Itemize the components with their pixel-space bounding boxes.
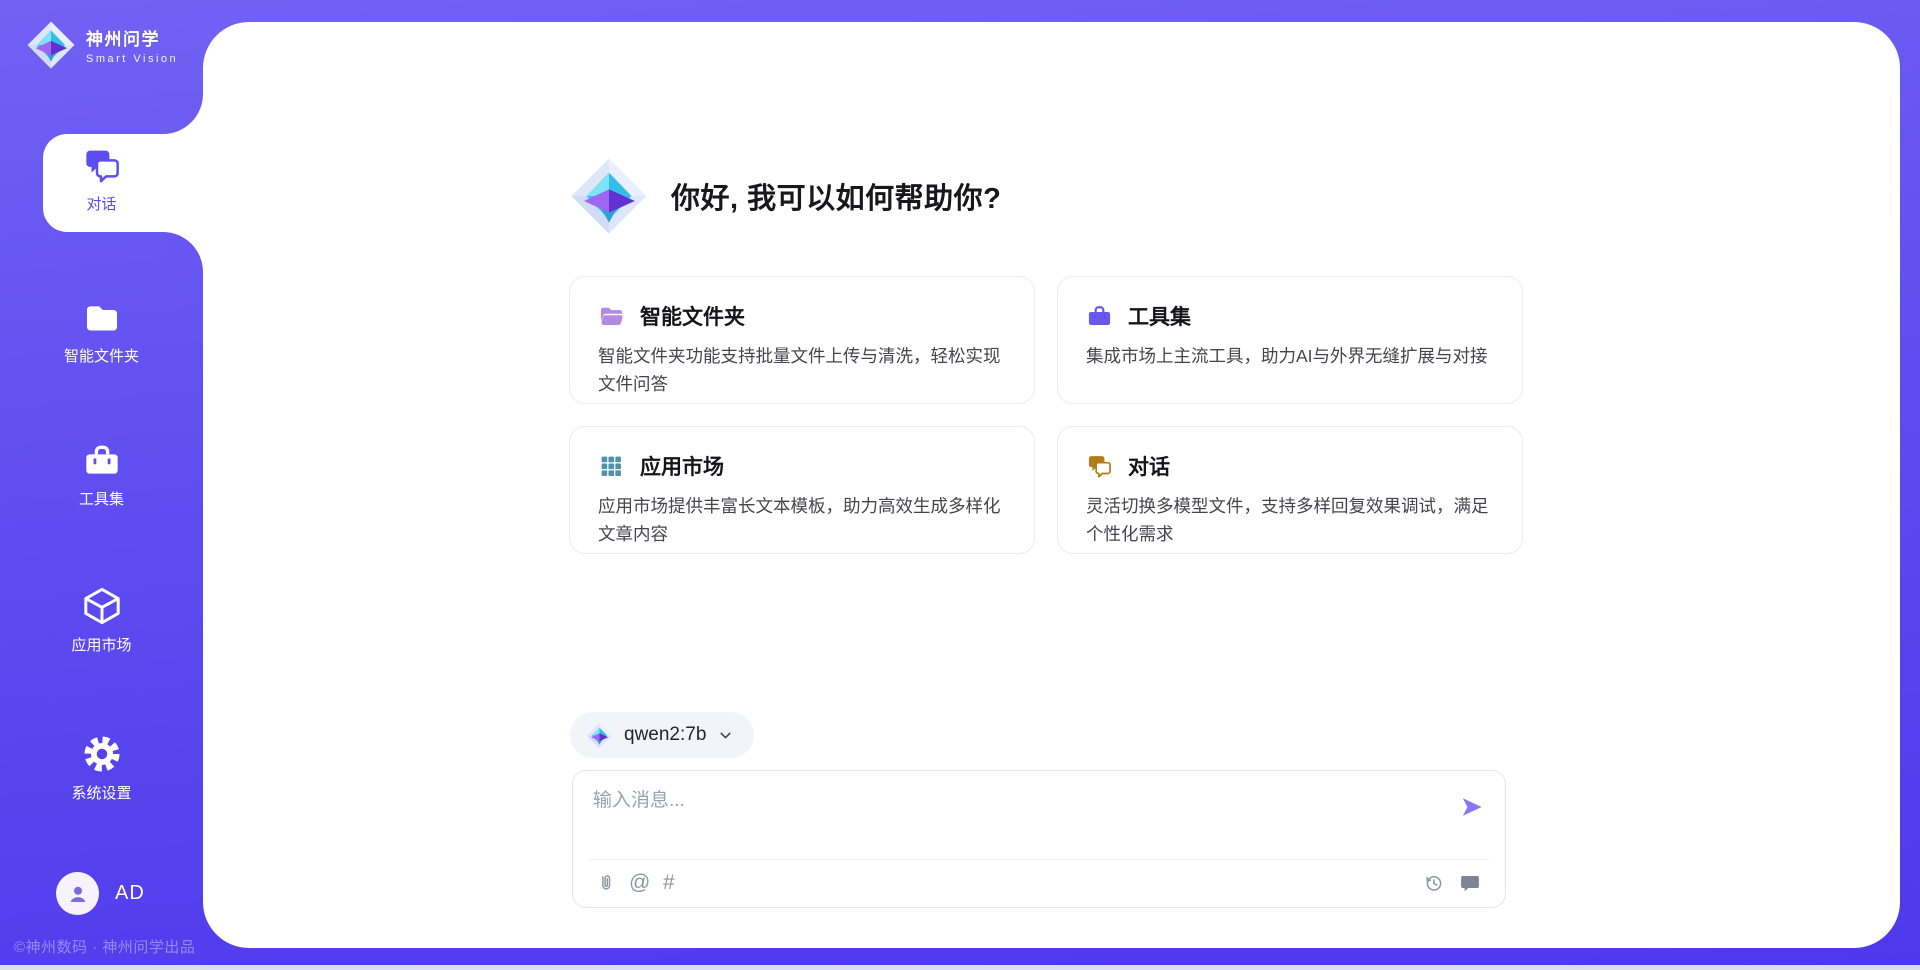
sidebar-item-toolset[interactable]: 工具集 xyxy=(0,441,203,509)
sidebar-item-settings[interactable]: 系统设置 xyxy=(0,733,203,803)
copyright-note: ©神州数码 · 神州问学出品 xyxy=(14,936,195,957)
history-icon xyxy=(1423,871,1445,895)
tab-fillet-bottom xyxy=(163,232,203,272)
grid-icon xyxy=(598,453,625,480)
history-button[interactable] xyxy=(1423,871,1445,901)
brand-gem-icon xyxy=(26,20,76,70)
sidebar-item-smart-folder[interactable]: 智能文件夹 xyxy=(0,298,203,366)
user-account[interactable]: AD xyxy=(56,872,145,915)
user-initials: AD xyxy=(115,882,145,905)
sidebar-item-label: 系统设置 xyxy=(0,782,203,803)
sidebar-item-app-market[interactable]: 应用市场 xyxy=(0,585,203,655)
comment-icon xyxy=(1459,871,1481,895)
app-window: 神州问学 Smart Vision 对话 智能文件夹 工具集 应用市场 系统设置 xyxy=(0,0,1920,970)
card-chat[interactable]: 对话 灵活切换多模型文件，支持多样回复效果调试，满足个性化需求 xyxy=(1057,426,1523,554)
card-title: 智能文件夹 xyxy=(640,301,745,331)
model-selector[interactable]: qwen2:7b xyxy=(570,712,754,758)
paperclip-icon xyxy=(595,871,617,895)
app-subtitle: Smart Vision xyxy=(86,53,178,65)
card-toolset[interactable]: 工具集 集成市场上主流工具，助力AI与外界无缝扩展与对接 xyxy=(1057,276,1523,404)
card-title: 应用市场 xyxy=(640,451,724,481)
avatar xyxy=(56,872,99,915)
sidebar-item-label: 对话 xyxy=(0,193,203,214)
sidebar-item-label: 应用市场 xyxy=(0,634,203,655)
comment-button[interactable] xyxy=(1459,871,1481,901)
message-composer: @ # xyxy=(572,770,1506,908)
card-title: 工具集 xyxy=(1128,301,1191,331)
toolbox-icon xyxy=(1086,303,1113,330)
bottom-edge-strip xyxy=(0,965,1920,970)
sidebar: 神州问学 Smart Vision 对话 智能文件夹 工具集 应用市场 系统设置 xyxy=(0,0,203,970)
feature-cards: 智能文件夹 智能文件夹功能支持批量文件上传与清洗，轻松实现文件问答 工具集 集成… xyxy=(569,276,1523,554)
hashtag-button[interactable]: # xyxy=(663,871,675,895)
main-content: 你好, 我可以如何帮助你? 智能文件夹 智能文件夹功能支持批量文件上传与清洗，轻… xyxy=(203,22,1900,948)
chat-icon xyxy=(0,146,203,186)
tab-fillet-top xyxy=(163,94,203,134)
card-description: 集成市场上主流工具，助力AI与外界无缝扩展与对接 xyxy=(1086,342,1494,370)
cube-icon xyxy=(0,585,203,627)
model-name: qwen2:7b xyxy=(624,724,706,746)
sidebar-item-label: 智能文件夹 xyxy=(0,345,203,366)
folder-open-icon xyxy=(598,303,625,330)
send-icon xyxy=(1459,796,1485,818)
toolbox-icon xyxy=(0,441,203,481)
person-icon xyxy=(65,881,91,907)
card-title: 对话 xyxy=(1128,451,1170,481)
sidebar-item-chat[interactable]: 对话 xyxy=(0,146,203,214)
greeting-gem-icon xyxy=(569,156,649,236)
chevron-down-icon xyxy=(717,727,734,744)
greeting-block: 你好, 我可以如何帮助你? xyxy=(569,156,1001,236)
attach-button[interactable] xyxy=(595,871,617,901)
folder-icon xyxy=(0,298,203,338)
card-smart-folder[interactable]: 智能文件夹 智能文件夹功能支持批量文件上传与清洗，轻松实现文件问答 xyxy=(569,276,1035,404)
message-input[interactable] xyxy=(593,786,1373,816)
app-logo: 神州问学 Smart Vision xyxy=(26,20,178,70)
greeting-text: 你好, 我可以如何帮助你? xyxy=(671,175,1001,217)
model-gem-icon xyxy=(586,722,613,749)
gear-icon xyxy=(0,733,203,775)
app-name: 神州问学 xyxy=(86,25,178,50)
send-button[interactable] xyxy=(1455,793,1489,823)
sidebar-item-label: 工具集 xyxy=(0,488,203,509)
card-description: 灵活切换多模型文件，支持多样回复效果调试，满足个性化需求 xyxy=(1086,492,1494,548)
card-description: 应用市场提供丰富长文本模板，助力高效生成多样化文章内容 xyxy=(598,492,1006,548)
mention-button[interactable]: @ xyxy=(629,871,650,895)
composer-divider xyxy=(589,859,1489,860)
chat-icon xyxy=(1086,453,1113,480)
card-description: 智能文件夹功能支持批量文件上传与清洗，轻松实现文件问答 xyxy=(598,342,1006,398)
card-app-market[interactable]: 应用市场 应用市场提供丰富长文本模板，助力高效生成多样化文章内容 xyxy=(569,426,1035,554)
